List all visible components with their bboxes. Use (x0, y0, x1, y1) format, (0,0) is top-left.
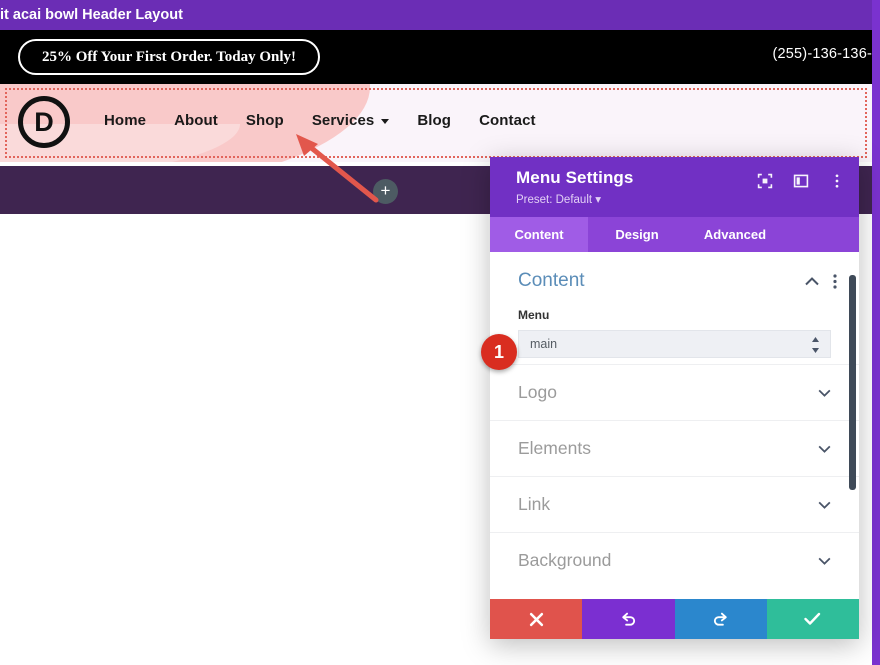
save-button[interactable] (767, 599, 859, 639)
undo-button[interactable] (582, 599, 674, 639)
logo-letter: D (34, 107, 54, 137)
redo-icon (712, 611, 729, 628)
modal-panel-body: Content Menu main (490, 252, 859, 599)
chevron-down-icon (818, 389, 831, 397)
nav-item-blog[interactable]: Blog (417, 112, 451, 129)
modal-preset-label: Preset: Default (516, 194, 592, 206)
nav-item-contact[interactable]: Contact (479, 112, 536, 129)
more-vertical-icon[interactable] (829, 173, 845, 189)
stepper-arrows-icon (811, 336, 820, 354)
modal-footer (490, 599, 859, 639)
close-icon (529, 612, 544, 627)
accordion-logo[interactable]: Logo (490, 364, 859, 420)
accordion-label: Background (518, 550, 611, 571)
modal-preset-selector[interactable]: Preset: Default ▾ (516, 192, 843, 206)
nav-item-label: About (174, 112, 218, 129)
menu-select[interactable]: main (518, 330, 831, 358)
chevron-up-icon[interactable] (805, 277, 819, 286)
redo-button[interactable] (675, 599, 767, 639)
nav-item-services[interactable]: Services (312, 112, 390, 129)
modal-header-actions (757, 173, 845, 189)
nav-item-label: Contact (479, 112, 536, 129)
chevron-down-icon (818, 557, 831, 565)
tab-content[interactable]: Content (490, 217, 588, 252)
tab-advanced[interactable]: Advanced (686, 217, 784, 252)
page-edge-strip (872, 0, 880, 665)
chevron-down-icon (381, 119, 389, 124)
caret-down-icon: ▾ (595, 194, 601, 206)
modal-tabs: Content Design Advanced (490, 217, 859, 252)
accordion-link[interactable]: Link (490, 476, 859, 532)
more-vertical-icon[interactable] (833, 274, 837, 289)
step-badge-1: 1 (481, 334, 517, 370)
content-section-heading: Content (518, 270, 831, 292)
tab-design[interactable]: Design (588, 217, 686, 252)
accordion-background[interactable]: Background (490, 532, 859, 588)
focus-icon[interactable] (757, 173, 773, 189)
content-section: Content Menu main (490, 252, 859, 364)
nav-item-label: Home (104, 112, 146, 129)
undo-icon (620, 611, 637, 628)
accordion-label: Link (518, 494, 550, 515)
accordion-elements[interactable]: Elements (490, 420, 859, 476)
panel-scrollbar[interactable] (849, 275, 856, 490)
modal-header: Menu Settings Preset: Default ▾ (490, 157, 859, 217)
chevron-down-icon (818, 501, 831, 509)
nav-item-label: Shop (246, 112, 284, 129)
nav-item-home[interactable]: Home (104, 112, 146, 129)
nav-item-about[interactable]: About (174, 112, 218, 129)
nav-item-label: Services (312, 112, 375, 129)
menu-settings-modal: Menu Settings Preset: Default ▾ (490, 157, 859, 639)
chevron-down-icon (818, 445, 831, 453)
promo-phone-number[interactable]: (255)-136-136- (772, 46, 872, 62)
accordion-label: Elements (518, 438, 591, 459)
accordion-label: Logo (518, 382, 557, 403)
site-logo[interactable]: D (18, 96, 70, 148)
screen-root: it acai bowl Header Layout 25% Off Your … (0, 0, 880, 665)
content-section-actions (805, 274, 837, 289)
nav-links: Home About Shop Services Blog Contact (104, 112, 536, 129)
nav-item-label: Blog (417, 112, 451, 129)
check-icon (804, 612, 821, 626)
menu-select-value: main (530, 337, 557, 351)
page-title: it acai bowl Header Layout (0, 7, 183, 23)
promo-bar: 25% Off Your First Order. Today Only! (2… (0, 30, 872, 84)
layout-icon[interactable] (793, 173, 809, 189)
menu-field-label: Menu (518, 308, 831, 322)
cancel-button[interactable] (490, 599, 582, 639)
nav-item-shop[interactable]: Shop (246, 112, 284, 129)
add-module-button[interactable]: + (373, 179, 398, 204)
promo-pill[interactable]: 25% Off Your First Order. Today Only! (18, 39, 320, 75)
page-title-bar: it acai bowl Header Layout (0, 0, 872, 30)
